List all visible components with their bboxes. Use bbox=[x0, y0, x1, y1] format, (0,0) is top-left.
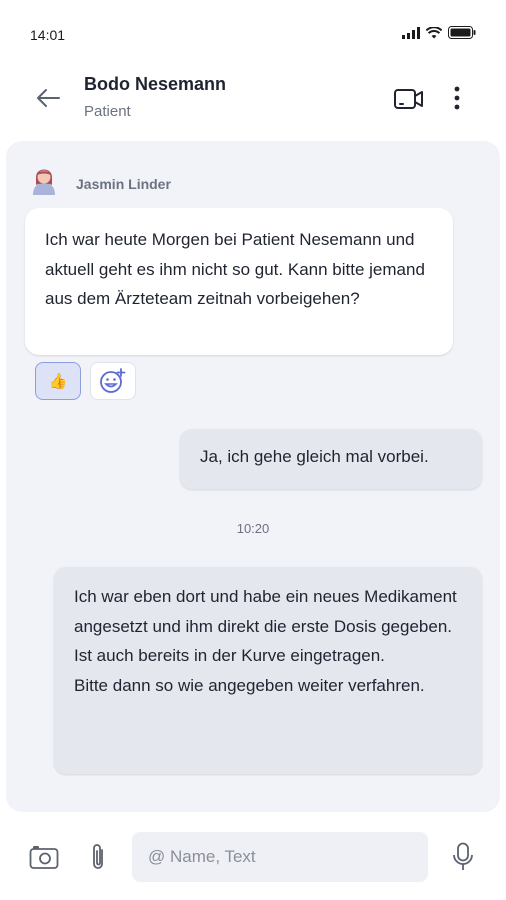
message-bubble-incoming[interactable]: Ich war heute Morgen bei Patient Neseman… bbox=[25, 208, 453, 355]
microphone-button[interactable] bbox=[450, 840, 476, 874]
message-composer bbox=[0, 820, 506, 900]
camera-button[interactable] bbox=[28, 842, 60, 872]
add-reaction-button[interactable] bbox=[90, 362, 136, 400]
chat-area[interactable]: Jasmin Linder Ich war heute Morgen bei P… bbox=[6, 141, 500, 812]
user-avatar-icon bbox=[33, 169, 55, 195]
status-time: 14:01 bbox=[30, 27, 66, 43]
video-camera-icon bbox=[394, 89, 423, 109]
chat-subtitle: Patient bbox=[84, 103, 131, 120]
message-bubble-outgoing[interactable]: Ja, ich gehe gleich mal vorbei. bbox=[180, 429, 482, 489]
add-emoji-icon bbox=[100, 368, 126, 393]
status-bar: 14:01 bbox=[0, 0, 506, 70]
microphone-icon bbox=[453, 842, 473, 870]
thumbs-up-icon: 👍 bbox=[48, 373, 68, 390]
more-vertical-icon bbox=[454, 86, 460, 110]
timestamp: 10:20 bbox=[236, 521, 270, 536]
sender-name: Jasmin Linder bbox=[76, 176, 171, 192]
signal-icon bbox=[402, 26, 420, 44]
chat-title: Bodo Nesemann bbox=[84, 74, 227, 94]
attach-button[interactable] bbox=[86, 840, 110, 874]
camera-icon bbox=[29, 846, 59, 869]
more-options-button[interactable] bbox=[446, 82, 468, 114]
paperclip-icon bbox=[93, 844, 103, 869]
back-button[interactable] bbox=[32, 84, 64, 112]
battery-icon bbox=[448, 26, 476, 44]
reaction-thumbs-up[interactable]: 👍 bbox=[35, 362, 81, 400]
message-input[interactable] bbox=[132, 832, 428, 882]
arrow-left-icon bbox=[37, 89, 60, 107]
wifi-icon bbox=[425, 26, 443, 44]
message-bubble-outgoing[interactable]: Ich war eben dort und habe ein neues Med… bbox=[54, 567, 482, 774]
video-call-button[interactable] bbox=[392, 86, 426, 112]
chat-header: Bodo Nesemann Patient bbox=[0, 70, 506, 132]
avatar bbox=[28, 163, 60, 195]
status-icons bbox=[402, 26, 476, 44]
